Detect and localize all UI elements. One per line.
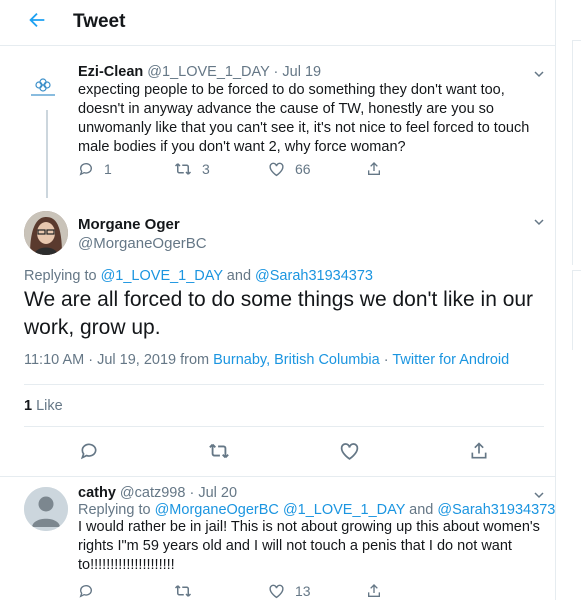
tweet2-actions	[24, 441, 544, 461]
tweet-header: Ezi-Clean @1_LOVE_1_DAY · Jul 19	[78, 64, 548, 80]
retweet-icon	[174, 163, 192, 175]
header: Tweet	[0, 0, 556, 46]
tweet-meta: 11:10 AM · Jul 19, 2019 from Burnaby, Br…	[24, 352, 509, 368]
avatar-photo	[24, 211, 68, 255]
likes-label: Like	[32, 398, 63, 414]
right-sidebar-edge	[572, 0, 581, 600]
ezi-clean-logo-icon[interactable]	[26, 71, 60, 105]
reply-icon	[79, 585, 92, 598]
share-icon	[368, 162, 380, 175]
share-icon	[368, 584, 380, 597]
back-arrow-icon[interactable]	[26, 9, 48, 31]
retweet-button[interactable]	[174, 583, 268, 599]
share-button[interactable]	[366, 161, 392, 177]
mention-link[interactable]: @MorganeOgerBC	[155, 502, 279, 518]
replying-prefix: Replying to	[24, 268, 101, 284]
tweet-text: We are all forced to do some things we d…	[24, 288, 534, 339]
share-button[interactable]	[366, 583, 392, 599]
share-icon[interactable]	[469, 441, 489, 461]
avatar[interactable]	[24, 487, 68, 531]
likes-count: 1	[24, 398, 33, 414]
like-count: 66	[295, 161, 311, 177]
meta-dot: ·	[379, 352, 393, 368]
retweet-icon[interactable]	[208, 441, 230, 461]
heart-icon	[269, 584, 284, 599]
replying-to: Replying to @1_LOVE_1_DAY and @Sarah3193…	[24, 268, 373, 284]
reply-button[interactable]: 1	[78, 161, 174, 177]
tweet3-actions: 13	[78, 583, 392, 599]
replying-prefix: Replying to	[78, 502, 155, 518]
like-button[interactable]: 66	[268, 161, 366, 177]
likes-summary[interactable]: 1 Like	[24, 398, 63, 414]
tweet1-actions: 1 3 66	[78, 161, 392, 177]
sidebar-card-edge	[572, 40, 581, 265]
author-handle[interactable]: @catz998	[120, 485, 186, 501]
separator-dot: ·	[273, 64, 279, 80]
mention-link[interactable]: @1_LOVE_1_DAY	[101, 268, 223, 284]
mention-link[interactable]: @Sarah31934373	[255, 268, 373, 284]
tweet-ezi-clean[interactable]: Ezi-Clean @1_LOVE_1_DAY · Jul 19 expecti…	[78, 64, 548, 157]
tweet-cathy[interactable]: cathy @catz998 · Jul 20 Replying to @Mor…	[78, 485, 555, 575]
reply-button[interactable]	[78, 583, 174, 599]
replying-and: and	[405, 502, 438, 518]
reply-icon[interactable]	[79, 441, 99, 461]
mention-link[interactable]: @Sarah31934373	[437, 502, 555, 518]
tweet-header: cathy @catz998 · Jul 20	[78, 485, 548, 501]
location-link[interactable]: Burnaby, British Columbia	[213, 352, 380, 368]
page-title: Tweet	[73, 11, 126, 32]
replying-to: Replying to @MorganeOgerBC @1_LOVE_1_DAY…	[78, 502, 555, 518]
author-name[interactable]: cathy	[78, 485, 116, 501]
chevron-down-icon[interactable]	[533, 68, 545, 80]
avatar[interactable]	[24, 211, 68, 255]
author-handle[interactable]: @MorganeOgerBC	[78, 235, 207, 252]
retweet-button[interactable]: 3	[174, 161, 268, 177]
separator-dot: ·	[189, 485, 195, 501]
default-avatar-icon	[24, 487, 68, 531]
mention-link[interactable]: @1_LOVE_1_DAY	[283, 502, 405, 518]
tweet-time[interactable]: 11:10 AM · Jul 19, 2019 from	[24, 352, 213, 368]
tweet-column: Tweet Ezi-Clean @1_LOVE_1_DAY · Jul 19 e…	[0, 0, 556, 600]
like-button[interactable]: 13	[268, 583, 366, 599]
thread-line	[46, 110, 48, 198]
reply-icon	[79, 163, 92, 176]
divider	[24, 384, 544, 385]
sidebar-card-edge	[572, 270, 581, 350]
heart-icon	[269, 162, 284, 177]
like-count: 13	[295, 583, 311, 599]
chevron-down-icon[interactable]	[533, 489, 545, 501]
tweet-text: expecting people to be forced to do some…	[78, 82, 530, 155]
retweet-count: 3	[202, 161, 210, 177]
author-name[interactable]: Ezi-Clean	[78, 64, 143, 80]
divider	[0, 476, 556, 477]
replying-and: and	[222, 268, 256, 284]
heart-icon[interactable]	[339, 441, 360, 461]
author-handle[interactable]: @1_LOVE_1_DAY	[147, 64, 269, 80]
tweet-text: I would rather be in jail! This is not a…	[78, 519, 540, 573]
source-link[interactable]: Twitter for Android	[392, 352, 509, 368]
retweet-icon	[174, 585, 192, 597]
divider	[24, 426, 544, 427]
tweet-date[interactable]: Jul 20	[198, 485, 237, 501]
author-name[interactable]: Morgane Oger	[78, 216, 180, 233]
tweet-date[interactable]: Jul 19	[282, 64, 321, 80]
reply-count: 1	[104, 161, 112, 177]
chevron-down-icon[interactable]	[533, 216, 545, 228]
